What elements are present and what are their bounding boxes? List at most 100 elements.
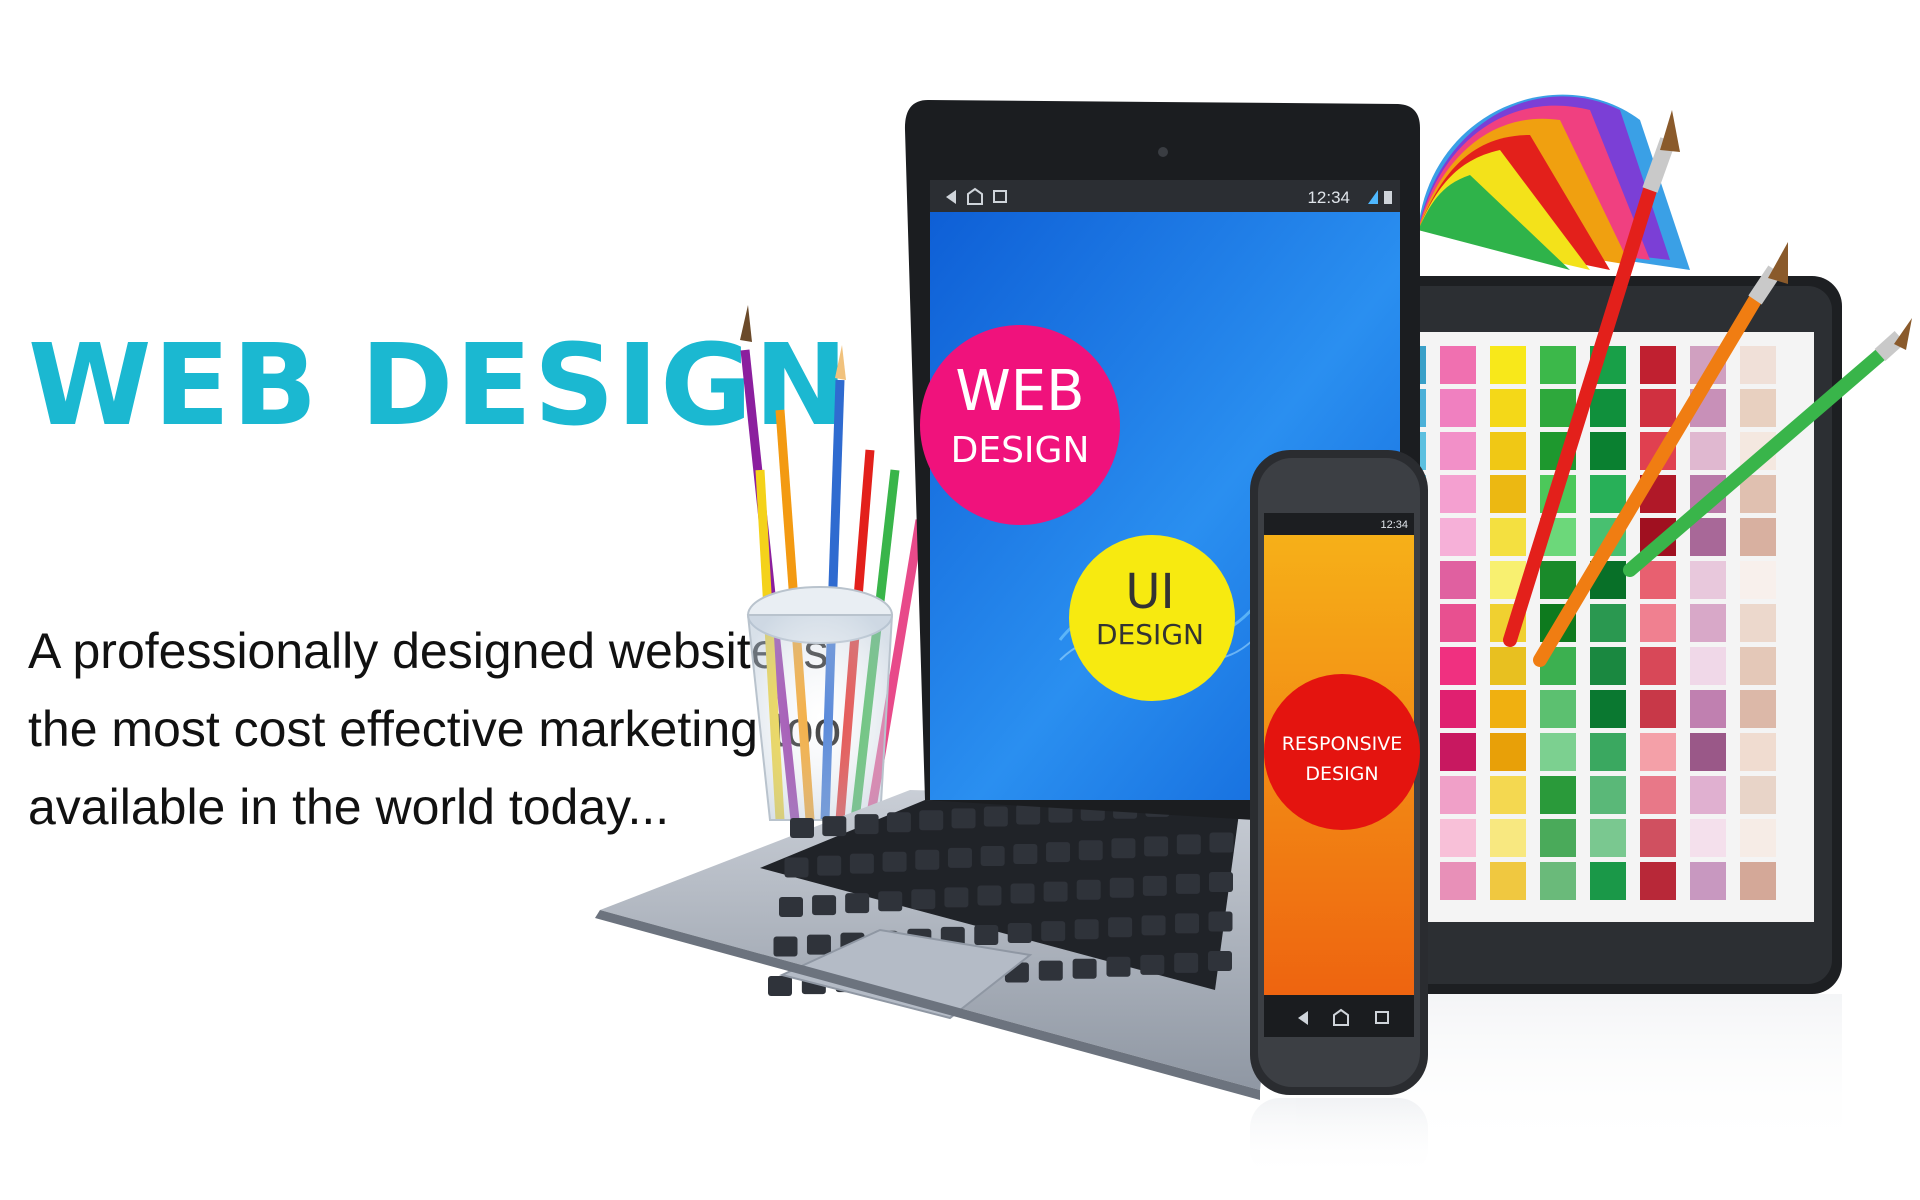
keyboard-key [768, 976, 792, 996]
color-swatch [1590, 389, 1626, 427]
laptop [595, 790, 1290, 1100]
color-swatch [1540, 862, 1576, 900]
color-swatch [1740, 819, 1776, 857]
color-swatch [1440, 647, 1476, 685]
keyboard-key [1142, 875, 1167, 896]
keyboard-key [790, 818, 814, 838]
keyboard-key [779, 897, 803, 917]
keyboard-key [1106, 956, 1131, 977]
color-swatch [1640, 819, 1676, 857]
keyboard-key [1007, 923, 1032, 944]
keyboard-key [812, 895, 837, 916]
color-swatch [1640, 647, 1676, 685]
phone-bubble-line2: DESIGN [1305, 763, 1378, 785]
keyboard-key [1074, 919, 1099, 940]
color-swatch [1740, 647, 1776, 685]
color-swatch [1740, 389, 1776, 427]
color-swatch [1440, 432, 1476, 470]
color-swatch [1640, 776, 1676, 814]
color-swatch [1490, 346, 1526, 384]
keyboard-key [1208, 911, 1233, 932]
color-swatch [1740, 776, 1776, 814]
color-swatch [1640, 690, 1676, 728]
color-swatch [1690, 518, 1726, 556]
color-swatch [1590, 475, 1626, 513]
color-swatch [1740, 475, 1776, 513]
keyboard-key [773, 936, 798, 957]
color-swatch [1590, 604, 1626, 642]
color-swatch [1640, 862, 1676, 900]
color-swatch [1440, 518, 1476, 556]
color-swatch [1490, 862, 1526, 900]
color-swatch [1440, 690, 1476, 728]
keyboard-key [1144, 836, 1169, 857]
web-bubble-line1: WEB [955, 359, 1084, 424]
color-swatch [1590, 733, 1626, 771]
keyboard-key [1108, 917, 1133, 938]
keyboard-key [1041, 921, 1066, 942]
phone-status-time: 12:34 [1380, 519, 1408, 531]
keyboard-key [1111, 838, 1136, 859]
keyboard-key [1016, 804, 1041, 825]
keyboard-key [974, 924, 999, 945]
keyboard-key [915, 849, 940, 870]
keyboard-key [1141, 915, 1166, 936]
keyboard-key [784, 857, 809, 878]
color-swatch [1690, 647, 1726, 685]
keyboard-key [886, 812, 911, 833]
color-swatch [1540, 776, 1576, 814]
keyboard-key [977, 885, 1002, 906]
keyboard-key [822, 816, 847, 837]
color-swatch [1740, 518, 1776, 556]
battery-icon [1384, 191, 1392, 204]
keyboard-key [854, 814, 879, 835]
color-swatch [1490, 389, 1526, 427]
color-swatch [1690, 561, 1726, 599]
keyboard-key [983, 806, 1008, 827]
color-swatch [1690, 432, 1726, 470]
keyboard-key [1175, 873, 1200, 894]
keyboard-key [1013, 844, 1038, 865]
keyboard-key [980, 845, 1005, 866]
keyboard-key [882, 851, 907, 872]
color-swatch [1690, 862, 1726, 900]
color-swatch [1590, 819, 1626, 857]
color-swatch [1540, 561, 1576, 599]
color-swatch [1540, 346, 1576, 384]
ui-bubble-line1: UI [1125, 564, 1174, 620]
hero-banner: WEB DESIGN A professionally designed web… [0, 0, 1920, 1200]
color-swatch [1640, 604, 1676, 642]
color-swatch [1490, 819, 1526, 857]
color-swatch [1440, 819, 1476, 857]
color-swatch [1690, 819, 1726, 857]
keyboard-key [1209, 872, 1233, 892]
color-swatch [1490, 776, 1526, 814]
keyboard-key [817, 855, 842, 876]
keyboard-key [1043, 881, 1068, 902]
smartphone: 12:34 RESPONSIVE DESIGN [1250, 450, 1428, 1178]
keyboard-key [849, 853, 874, 874]
laptop-status-time: 12:34 [1307, 188, 1350, 207]
keyboard-key [1109, 877, 1134, 898]
web-bubble-line2: DESIGN [951, 430, 1090, 471]
keyboard-key [1010, 883, 1035, 904]
keyboard-key [1038, 960, 1063, 981]
keyboard-key [944, 887, 969, 908]
color-swatch [1740, 561, 1776, 599]
keyboard-key [947, 847, 972, 868]
keyboard-key [1078, 840, 1103, 861]
color-swatch [1440, 604, 1476, 642]
keyboard-key [919, 810, 944, 831]
color-swatch [1490, 475, 1526, 513]
keyboard-key [951, 808, 976, 829]
color-swatch [1490, 690, 1526, 728]
keyboard-key [1072, 958, 1097, 979]
color-swatch [1490, 647, 1526, 685]
color-swatch [1490, 733, 1526, 771]
color-swatch [1640, 389, 1676, 427]
color-swatch [1740, 346, 1776, 384]
color-swatch [1540, 389, 1576, 427]
color-swatch [1590, 862, 1626, 900]
color-swatch [1740, 690, 1776, 728]
color-swatch [1740, 733, 1776, 771]
